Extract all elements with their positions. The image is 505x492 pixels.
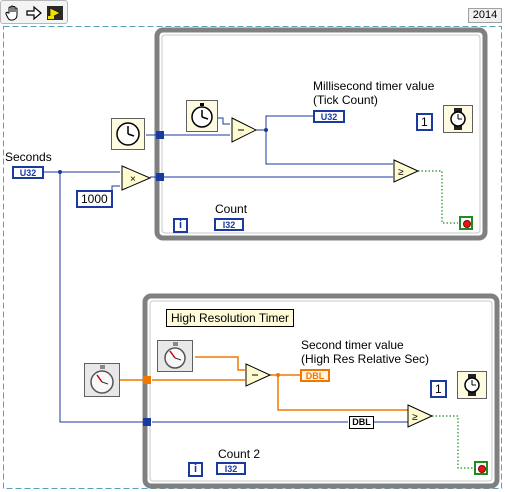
ms-indicator-label-line1: Millisecond timer value [313, 79, 435, 93]
svg-text:≥: ≥ [412, 412, 418, 423]
loop2-iteration-terminal: i [188, 462, 203, 477]
loop1-tunnel-top [156, 131, 164, 139]
high-res-stopwatch-icon[interactable] [84, 363, 120, 397]
seconds-label: Seconds [5, 150, 52, 164]
greater-equal-node-2: ≥ [407, 404, 434, 428]
greater-equal-node-1: ≥ [393, 159, 420, 183]
loop1-tunnel-seconds [156, 173, 164, 181]
multiplier-constant[interactable]: 1000 [76, 190, 113, 208]
loop2-tunnel-timer [143, 376, 151, 384]
sec-indicator-label-line2: (High Res Relative Sec) [301, 352, 430, 366]
to-double-conversion[interactable]: DBL [349, 416, 374, 429]
diagram-border [3, 26, 502, 489]
loop2-wait-constant[interactable]: 1 [430, 380, 447, 398]
high-res-timer-free-label: High Resolution Timer [166, 309, 295, 327]
tick-count-clock-icon-inner[interactable] [186, 100, 218, 132]
multiply-node: × [121, 165, 152, 191]
loop1-iteration-terminal: i [173, 218, 188, 233]
block-diagram: 2014 × ≥ ≥ Seconds U32 1000 Millisecond … [0, 0, 505, 492]
loop1-wait-constant[interactable]: 1 [416, 113, 433, 131]
ms-timer-indicator[interactable]: U32 [313, 110, 345, 123]
ms-indicator-label-line2: (Tick Count) [313, 93, 378, 107]
high-res-stopwatch-icon-inner[interactable] [157, 340, 193, 372]
diagram-wires: × ≥ ≥ [3, 26, 502, 489]
wait-ms-watch-icon[interactable] [443, 105, 473, 133]
subtract-node-2 [245, 363, 272, 387]
count2-indicator[interactable]: I32 [216, 462, 246, 475]
loop2-tunnel-seconds [143, 418, 151, 426]
loop1-stop-terminal[interactable] [459, 216, 473, 230]
wait-ms-watch-icon-2[interactable] [457, 371, 487, 399]
sec-indicator-label-line1: Second timer value [301, 338, 404, 352]
count-indicator[interactable]: I32 [214, 218, 244, 231]
count-label: Count [215, 202, 248, 216]
while-loop-1-frame [154, 27, 488, 241]
second-timer-indicator[interactable]: DBL [300, 369, 330, 382]
loop2-stop-terminal[interactable] [474, 461, 488, 475]
seconds-control-terminal[interactable]: U32 [12, 166, 44, 179]
tick-count-clock-icon[interactable] [111, 118, 145, 150]
svg-text:×: × [130, 174, 136, 185]
count2-label: Count 2 [218, 447, 261, 461]
subtract-node-1 [231, 117, 258, 143]
svg-text:≥: ≥ [398, 167, 404, 178]
